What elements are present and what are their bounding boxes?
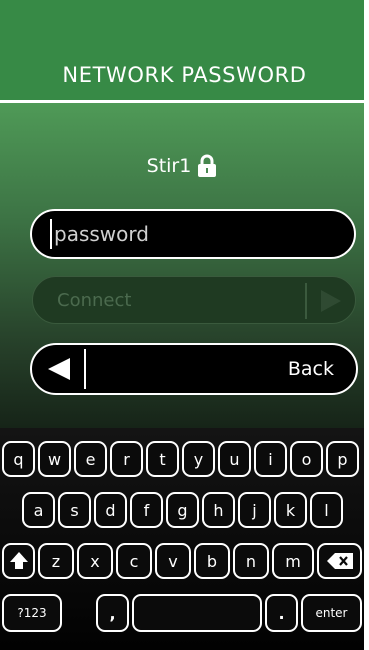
shift-key[interactable] (2, 543, 35, 579)
space-key[interactable] (132, 594, 262, 632)
connect-divider (305, 283, 307, 319)
network-label-row: Stir1 (0, 150, 364, 182)
enter-key[interactable]: enter (301, 594, 362, 632)
key-label: g (177, 500, 188, 520)
key-label: b (206, 551, 218, 571)
on-screen-keyboard: q w e r t y u i o p a s d f g h j k l z … (0, 428, 364, 650)
play-arrow-icon (321, 290, 341, 312)
key-label: n (245, 551, 257, 571)
key-g[interactable]: g (166, 492, 199, 528)
network-name: Stir1 (146, 155, 192, 177)
key-label: c (129, 551, 139, 571)
key-label: l (324, 500, 329, 520)
network-password-screen: NETWORK PASSWORD Stir1 Connect Back q w … (0, 0, 369, 650)
key-j[interactable]: j (238, 492, 271, 528)
key-label: s (70, 500, 79, 520)
key-label: m (285, 551, 301, 571)
key-label: h (213, 500, 224, 520)
key-s[interactable]: s (58, 492, 91, 528)
key-label: q (13, 449, 24, 469)
key-label: u (229, 449, 240, 469)
key-q[interactable]: q (2, 441, 35, 477)
key-v[interactable]: v (155, 543, 191, 579)
key-r[interactable]: r (110, 441, 143, 477)
header-bar: NETWORK PASSWORD (0, 0, 369, 100)
key-x[interactable]: x (77, 543, 113, 579)
password-field[interactable] (30, 209, 356, 259)
key-k[interactable]: k (274, 492, 307, 528)
key-f[interactable]: f (130, 492, 163, 528)
key-label: p (337, 449, 348, 469)
backspace-icon (326, 553, 353, 569)
key-y[interactable]: y (182, 441, 215, 477)
key-a[interactable]: a (22, 492, 55, 528)
enter-label: enter (315, 606, 348, 620)
screen-edge (364, 0, 369, 650)
key-d[interactable]: d (94, 492, 127, 528)
key-h[interactable]: h (202, 492, 235, 528)
key-label: o (301, 449, 312, 469)
period-label: . (278, 603, 285, 623)
lock-icon (198, 154, 217, 177)
back-button[interactable]: Back (30, 343, 358, 395)
key-n[interactable]: n (233, 543, 269, 579)
key-label: z (51, 551, 61, 571)
key-u[interactable]: u (218, 441, 251, 477)
key-label: d (105, 500, 116, 520)
key-e[interactable]: e (74, 441, 107, 477)
key-t[interactable]: t (146, 441, 179, 477)
key-label: x (90, 551, 100, 571)
symbols-key[interactable]: ?123 (2, 594, 62, 632)
key-label: t (159, 449, 166, 469)
period-key[interactable]: . (265, 594, 298, 632)
key-label: k (285, 500, 296, 520)
key-l[interactable]: l (310, 492, 343, 528)
key-c[interactable]: c (116, 543, 152, 579)
key-i[interactable]: i (254, 441, 287, 477)
key-label: w (47, 449, 62, 469)
key-w[interactable]: w (38, 441, 71, 477)
key-label: i (268, 449, 273, 469)
backspace-key[interactable] (317, 543, 362, 579)
comma-label: , (109, 603, 116, 623)
key-label: f (143, 500, 150, 520)
key-label: v (168, 551, 178, 571)
key-label: e (85, 449, 96, 469)
page-title: NETWORK PASSWORD (62, 63, 307, 87)
comma-key[interactable]: , (96, 594, 129, 632)
key-label: j (252, 500, 257, 520)
back-label: Back (287, 358, 334, 380)
back-arrow-icon (48, 358, 70, 380)
key-m[interactable]: m (272, 543, 314, 579)
key-label: r (123, 449, 130, 469)
symbols-label: ?123 (17, 606, 47, 620)
key-z[interactable]: z (38, 543, 74, 579)
key-o[interactable]: o (290, 441, 323, 477)
shift-icon (9, 552, 28, 569)
key-p[interactable]: p (326, 441, 359, 477)
key-label: a (33, 500, 44, 520)
connect-button[interactable]: Connect (32, 276, 356, 324)
password-input[interactable] (50, 219, 344, 249)
key-b[interactable]: b (194, 543, 230, 579)
back-divider (84, 349, 86, 389)
key-label: y (193, 449, 204, 469)
connect-label: Connect (57, 290, 132, 311)
